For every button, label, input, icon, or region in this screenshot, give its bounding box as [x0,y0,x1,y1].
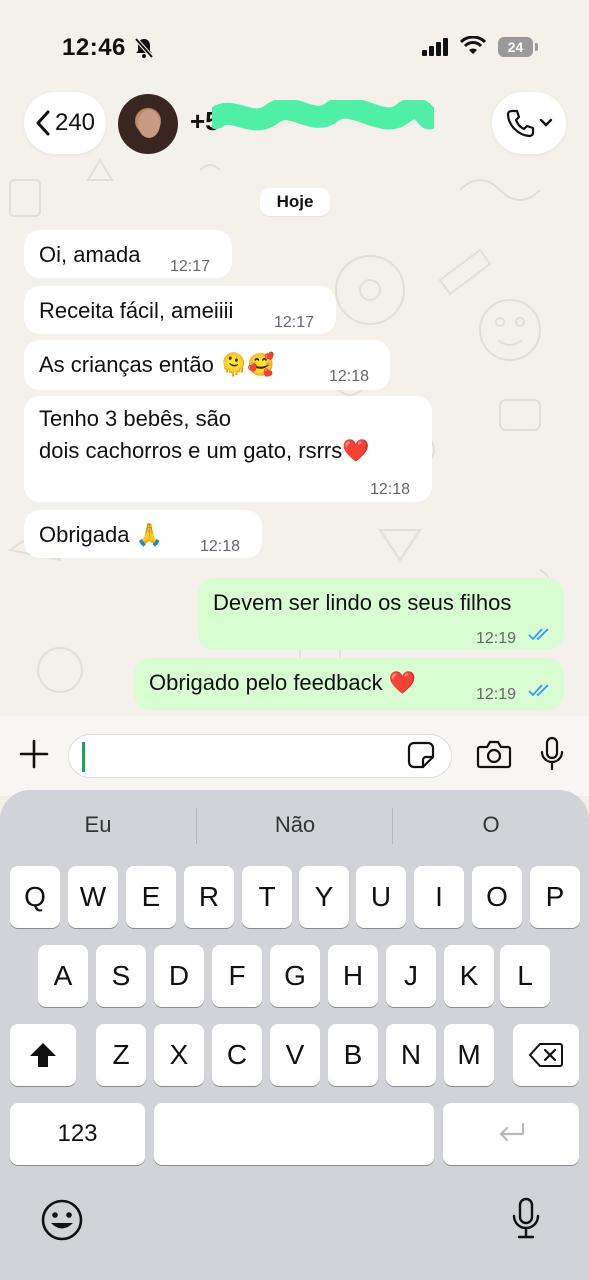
read-ticks-icon [528,628,549,641]
key-c[interactable]: C [212,1024,262,1086]
key-g[interactable]: G [270,945,320,1007]
key-k[interactable]: K [444,945,494,1007]
status-bar: 12:46 24 [0,0,589,90]
message-text: Oi, amada [39,242,141,267]
key-q[interactable]: Q [10,866,60,928]
return-key[interactable] [443,1103,579,1165]
backspace-key[interactable] [513,1024,579,1086]
message-text: As crianças então 🫠🥰 [39,352,275,377]
numbers-key[interactable]: 123 [10,1103,145,1165]
return-icon [499,1122,525,1142]
key-r[interactable]: R [184,866,234,928]
shift-arrow-icon [30,1043,56,1067]
unread-count: 240 [54,109,96,136]
message-outgoing[interactable]: Devem ser lindo os seus filhos 12:19 [198,578,564,650]
battery-tip [535,43,538,51]
key-s[interactable]: S [96,945,146,1007]
message-text: Devem ser lindo os seus filhos [213,590,512,615]
redaction-scribble [212,100,434,131]
chevron-left-icon [36,110,50,136]
key-i[interactable]: I [414,866,464,928]
message-time: 12:17 [274,314,315,331]
read-ticks-icon [528,684,549,697]
key-v[interactable]: V [270,1024,320,1086]
message-time: 12:19 [476,686,517,703]
message-text-line2: dois cachorros e um gato, rsrrs❤️ [39,438,370,463]
key-z[interactable]: Z [96,1024,146,1086]
key-a[interactable]: A [38,945,88,1007]
key-u[interactable]: U [356,866,406,928]
key-x[interactable]: X [154,1024,204,1086]
chevron-down-icon [539,118,553,127]
backspace-icon [528,1043,563,1067]
message-text: Obrigada 🙏 [39,522,164,547]
avatar-face [138,110,160,138]
message-text-line1: Tenho 3 bebês, são [39,406,232,431]
message-time: 12:18 [370,481,411,498]
message-incoming[interactable]: Obrigada 🙏 12:18 [24,510,262,558]
key-f[interactable]: F [212,945,262,1007]
message-incoming[interactable]: Oi, amada 12:17 [24,230,232,278]
plus-icon[interactable] [18,738,50,770]
battery-indicator: 24 [498,37,538,57]
suggestion-1[interactable]: Eu [0,812,196,838]
key-d[interactable]: D [154,945,204,1007]
key-m[interactable]: M [444,1024,494,1086]
bell-off-icon [134,37,154,59]
key-p[interactable]: P [530,866,580,928]
back-button[interactable]: 240 [24,92,106,154]
message-incoming[interactable]: As crianças então 🫠🥰 12:18 [24,340,390,390]
text-caret [82,742,85,772]
message-text: Obrigado pelo feedback ❤️ [149,670,417,695]
phone-icon [506,109,535,138]
key-h[interactable]: H [328,945,378,1007]
call-button[interactable] [492,92,566,154]
key-n[interactable]: N [386,1024,436,1086]
suggestion-3[interactable]: O [393,812,589,838]
contact-avatar[interactable] [118,94,178,154]
key-e[interactable]: E [126,866,176,928]
clock: 12:46 [62,34,126,61]
message-incoming[interactable]: Tenho 3 bebês, são dois cachorros e um g… [24,396,432,502]
key-b[interactable]: B [328,1024,378,1086]
key-o[interactable]: O [472,866,522,928]
key-y[interactable]: Y [299,866,349,928]
date-separator: Hoje [260,188,330,216]
message-time: 12:18 [329,368,370,385]
emoji-icon[interactable] [40,1198,84,1242]
shift-key[interactable] [10,1024,76,1086]
message-text: Receita fácil, ameiiii [39,298,234,323]
dictation-mic-icon[interactable] [510,1196,542,1242]
battery-level: 24 [498,37,533,57]
message-time: 12:19 [476,630,517,647]
message-input[interactable] [68,734,452,778]
key-j[interactable]: J [386,945,436,1007]
cellular-signal-icon [422,38,448,56]
camera-icon[interactable] [476,738,512,770]
message-time: 12:17 [170,258,211,275]
microphone-icon[interactable] [538,736,566,772]
message-incoming[interactable]: Receita fácil, ameiiii 12:17 [24,286,336,334]
suggestion-2[interactable]: Não [197,812,393,838]
wifi-icon [460,36,486,54]
sticker-icon[interactable] [406,740,436,770]
key-w[interactable]: W [68,866,118,928]
key-t[interactable]: T [242,866,292,928]
message-outgoing[interactable]: Obrigado pelo feedback ❤️ 12:19 [134,658,564,710]
space-key[interactable] [154,1103,434,1165]
message-time: 12:18 [200,538,241,555]
key-l[interactable]: L [500,945,550,1007]
